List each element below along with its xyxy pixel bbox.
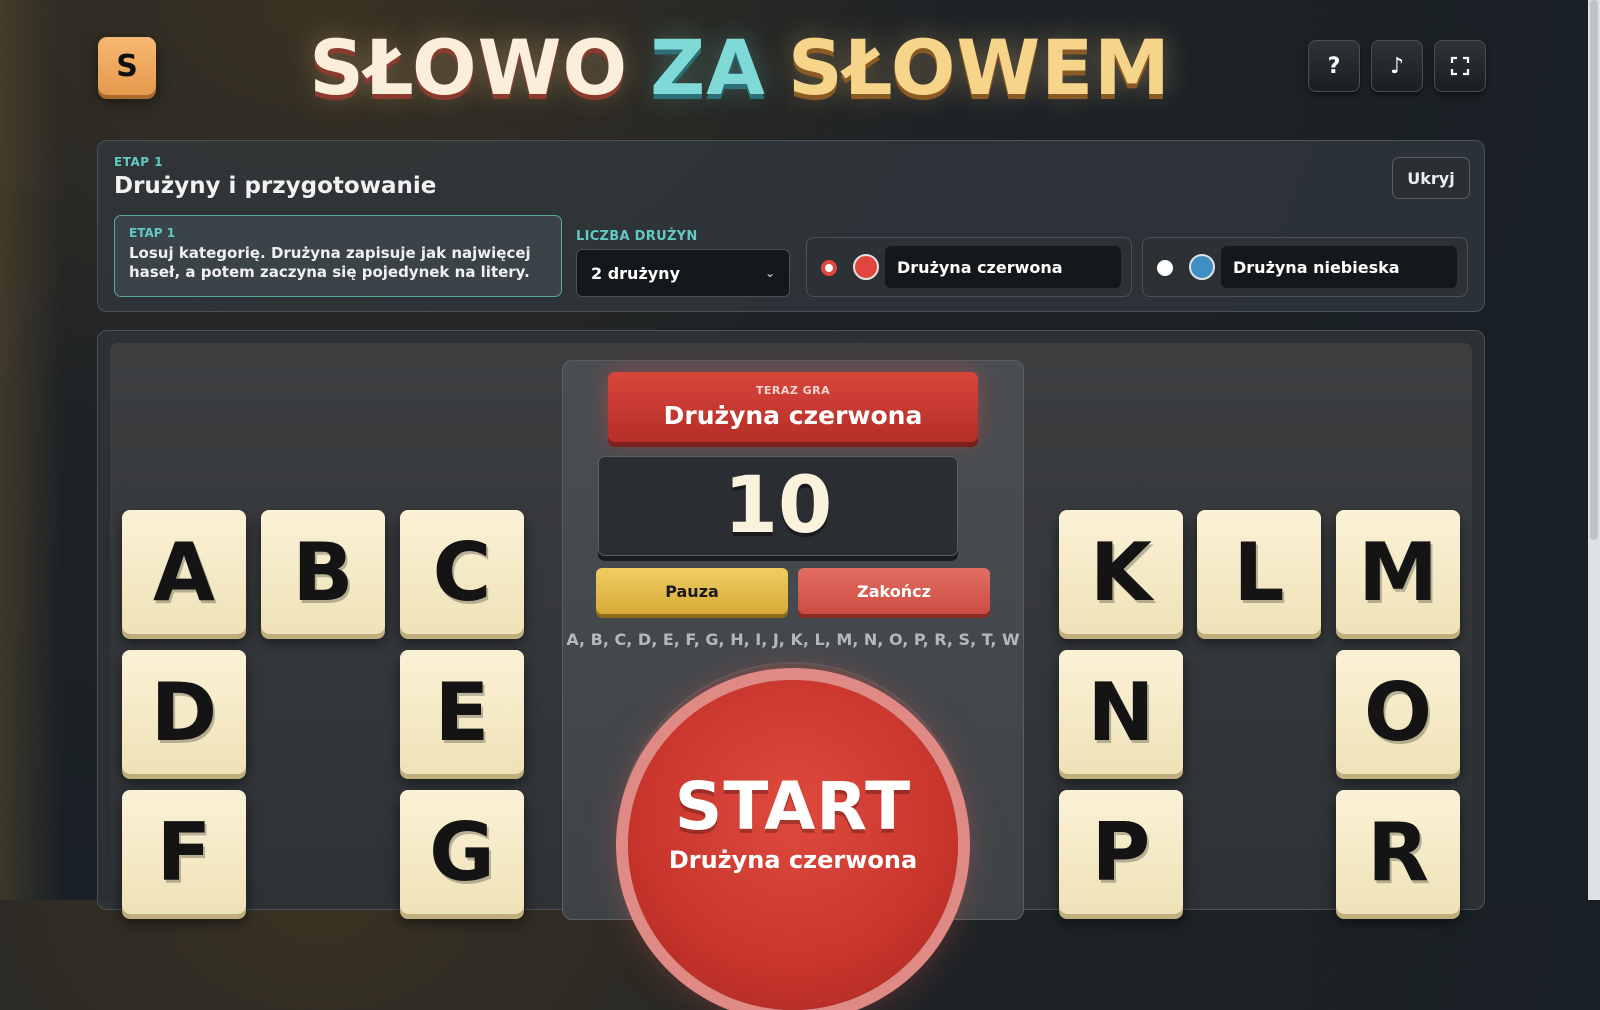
team-name-input-blue[interactable]: Drużyna niebieska	[1221, 246, 1457, 288]
letter-tile-b[interactable]: B	[261, 510, 385, 634]
teams-count-value: 2 drużyny	[591, 263, 680, 283]
now-playing-label: TERAZ GRA	[755, 384, 831, 397]
left-edge-shade	[0, 0, 62, 900]
letter-tile-p[interactable]: P	[1059, 790, 1183, 914]
pause-button[interactable]: Pauza	[596, 568, 788, 614]
music-note-icon: ♪	[1389, 53, 1405, 79]
stage-title: Drużyny i przygotowanie	[114, 173, 437, 199]
team-card-blue: Drużyna niebieska	[1142, 237, 1468, 297]
question-icon: ?	[1327, 53, 1341, 79]
start-button-label: START	[674, 768, 912, 845]
game-title: SŁOWO ZA SŁOWEM	[300, 20, 1180, 115]
team-card-red: Drużyna czerwona	[806, 237, 1132, 297]
end-button[interactable]: Zakończ	[798, 568, 990, 614]
letter-tile-c[interactable]: C	[400, 510, 524, 634]
title-word-3: SŁOWEM	[788, 23, 1171, 112]
page-scrollbar[interactable]	[1590, 0, 1598, 540]
help-button[interactable]: ?	[1308, 40, 1360, 92]
teams-count-label: LICZBA DRUŻYN	[576, 229, 698, 244]
info-label: ETAP 1	[129, 226, 176, 240]
team-radio-blue[interactable]	[1157, 260, 1173, 276]
team-color-swatch-blue[interactable]	[1189, 254, 1215, 280]
team-color-swatch-red[interactable]	[853, 254, 879, 280]
letter-tile-g[interactable]: G	[400, 790, 524, 914]
countdown-timer: 10	[598, 456, 958, 556]
hide-button[interactable]: Ukryj	[1392, 157, 1470, 199]
stage-info-box: ETAP 1 Losuj kategorię. Drużyna zapisuje…	[114, 215, 562, 297]
letter-tile-f[interactable]: F	[122, 790, 246, 914]
chevron-down-icon: ⌄	[764, 266, 775, 280]
letter-tile-a[interactable]: A	[122, 510, 246, 634]
setup-panel: ETAP 1 Drużyny i przygotowanie Ukryj ETA…	[97, 140, 1485, 312]
logo-button[interactable]: S	[98, 37, 156, 95]
title-word-2: ZA	[650, 23, 766, 112]
teams-count-select[interactable]: 2 drużyny ⌄	[576, 249, 790, 297]
now-playing-team: Drużyna czerwona	[663, 401, 923, 430]
letter-tile-k[interactable]: K	[1059, 510, 1183, 634]
team-radio-red[interactable]	[821, 260, 837, 276]
available-letters-list: A, B, C, D, E, F, G, H, I, J, K, L, M, N…	[566, 630, 1020, 649]
letter-tile-l[interactable]: L	[1197, 510, 1321, 634]
stage-label: ETAP 1	[114, 155, 164, 169]
letter-tile-r[interactable]: R	[1336, 790, 1460, 914]
fullscreen-icon	[1450, 56, 1470, 76]
title-word-1: SŁOWO	[309, 23, 629, 112]
letter-tile-d[interactable]: D	[122, 650, 246, 774]
letter-tile-e[interactable]: E	[400, 650, 524, 774]
team-name-input-red[interactable]: Drużyna czerwona	[885, 246, 1121, 288]
letter-tile-n[interactable]: N	[1059, 650, 1183, 774]
start-button[interactable]: START Drużyna czerwona	[628, 680, 958, 1010]
letter-tile-m[interactable]: M	[1336, 510, 1460, 634]
fullscreen-button[interactable]	[1434, 40, 1486, 92]
letter-tile-o[interactable]: O	[1336, 650, 1460, 774]
music-button[interactable]: ♪	[1371, 40, 1423, 92]
info-text: Losuj kategorię. Drużyna zapisuje jak na…	[129, 244, 531, 281]
now-playing-banner: TERAZ GRA Drużyna czerwona	[608, 372, 978, 442]
start-button-team: Drużyna czerwona	[668, 846, 918, 874]
